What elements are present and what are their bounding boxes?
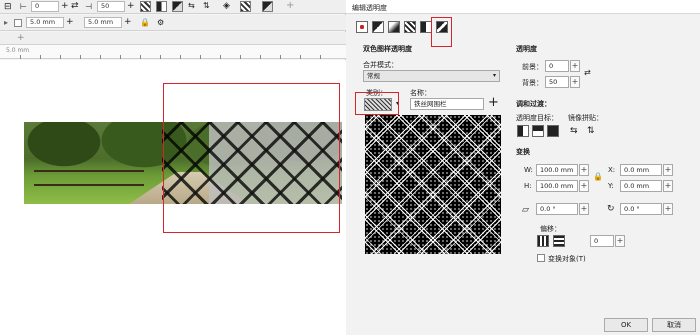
ruler: 5.0 mm (0, 45, 346, 59)
back-label: 背景： (522, 79, 543, 87)
transform-heading: 变换 (516, 148, 530, 156)
row-offset-icon[interactable] (537, 235, 549, 247)
rotate-spin-button[interactable]: + (663, 203, 673, 215)
y-label: Y: (608, 182, 614, 190)
mirror-h-icon[interactable]: ⇆ (570, 126, 578, 136)
back-value-field[interactable]: 50 (97, 1, 125, 12)
diagonal-fill-icon[interactable] (172, 1, 183, 12)
chevron-icon: ▸ (4, 18, 9, 27)
target-all-icon[interactable] (547, 125, 559, 137)
ruler-unit-label: 5.0 mm (6, 47, 30, 54)
fountain-transparency-icon[interactable] (388, 21, 400, 33)
dialog-title-bar: 编辑透明度 (346, 0, 700, 14)
dialog-title: 编辑透明度 (352, 4, 387, 12)
property-bar-row-3: + (0, 32, 346, 45)
front-spin-button[interactable]: + (570, 60, 580, 72)
transform-objects-checkbox[interactable] (537, 254, 545, 262)
transform-objects-label: 变换对象(T) (548, 255, 586, 263)
x-label: X: (608, 166, 616, 174)
swap-icon[interactable]: ⇄ (71, 1, 79, 11)
adjust-heading: 调和过渡： (516, 100, 551, 108)
offset-spin-button[interactable]: + (615, 235, 625, 247)
half-fill-icon[interactable] (156, 1, 167, 12)
x-spin-button[interactable]: + (663, 164, 673, 176)
fence-image (34, 170, 144, 186)
settings-icon[interactable]: ⚙ (157, 18, 164, 27)
add-pattern-icon[interactable]: + (488, 95, 499, 110)
width-field[interactable]: 100.0 mm (536, 164, 578, 176)
blend-mode-label: 合并模式： (363, 61, 398, 69)
highlight-box-picker (355, 92, 399, 115)
name-field[interactable]: 铁丝网围栏 (410, 98, 484, 110)
mirror-label: 镜像拼贴： (568, 114, 603, 122)
target-label: 透明度目标： (516, 114, 558, 122)
rotate-icon: ↻ (607, 204, 615, 214)
lock-icon[interactable]: 🔒 (140, 18, 150, 27)
add-icon[interactable]: + (127, 1, 135, 11)
add-icon[interactable]: + (124, 17, 132, 27)
ruler-add-icon[interactable]: + (17, 33, 25, 43)
skew-icon: ▱ (522, 205, 529, 215)
copy-transparency-icon[interactable] (262, 1, 273, 12)
cancel-button[interactable]: 取消 (652, 318, 696, 332)
add-icon[interactable]: + (61, 1, 69, 11)
pattern-preview (365, 115, 501, 254)
highlight-box-canvas (163, 83, 340, 233)
y-field[interactable]: 0.0 mm (620, 180, 662, 192)
height-spin-button[interactable]: + (579, 180, 589, 192)
blend-mode-value: 常规 (367, 72, 380, 80)
back-transparency-field[interactable]: 50 (545, 76, 569, 88)
mirror-v-icon[interactable]: ⇅ (587, 126, 595, 136)
rotate-field[interactable]: 0.0 ° (620, 203, 662, 215)
chevron-down-icon: ▾ (492, 72, 496, 79)
back-spin-button[interactable]: + (570, 76, 580, 88)
lock-ratio-checkbox[interactable] (14, 19, 22, 27)
transparency-heading: 透明度 (516, 45, 537, 53)
property-bar-row-1: ⊟ ⊢ 0 + ⇄ ⊣ 50 + ⇆ ⇅ ◈ + (0, 0, 346, 14)
uniform-transparency-icon[interactable] (372, 21, 384, 33)
front-label: 前景： (522, 63, 543, 71)
no-transparency-icon[interactable] (356, 21, 368, 33)
name-label: 名称： (410, 89, 431, 97)
property-bar-row-2: ▸ 5.0 mm + 5.0 mm + 🔒 ⚙ (0, 15, 346, 31)
height-field[interactable]: 100.0 mm (536, 180, 578, 192)
width-field[interactable]: 5.0 mm (26, 17, 64, 28)
front-value-field[interactable]: 0 (31, 1, 59, 12)
target-fill-icon[interactable] (517, 125, 529, 137)
vector-pattern-icon[interactable] (404, 21, 416, 33)
width-spin-button[interactable]: + (579, 164, 589, 176)
application-workspace: ⊟ ⊢ 0 + ⇄ ⊣ 50 + ⇆ ⇅ ◈ + ▸ 5.0 mm + 5.0 … (0, 0, 346, 335)
skew-field[interactable]: 0.0 ° (536, 203, 578, 215)
front-transparency-field[interactable]: 0 (545, 60, 569, 72)
swap-icon[interactable]: ⇄ (584, 68, 591, 77)
front-arrow-icon: ⊢ (20, 2, 27, 11)
target-outline-icon[interactable] (532, 125, 544, 137)
y-spin-button[interactable]: + (663, 180, 673, 192)
height-field[interactable]: 5.0 mm (84, 17, 122, 28)
offset-label: 偏移： (540, 225, 561, 233)
highlight-box-type (431, 17, 452, 47)
add-icon[interactable]: + (66, 17, 74, 27)
add-preset-icon[interactable]: + (286, 0, 294, 11)
w-label: W: (524, 166, 533, 174)
mirror-v-icon[interactable]: ⇅ (203, 1, 210, 10)
ok-button[interactable]: OK (604, 318, 648, 332)
freeze-icon[interactable] (240, 1, 251, 12)
back-arrow-icon: ⊣ (85, 2, 92, 11)
section-title: 双色图样透明度 (363, 45, 412, 53)
transform-icon[interactable]: ◈ (223, 1, 230, 11)
pattern-fill-icon[interactable] (140, 1, 151, 12)
skew-spin-button[interactable]: + (579, 203, 589, 215)
blend-mode-select[interactable]: 常规 ▾ (363, 70, 500, 82)
mirror-h-icon[interactable]: ⇆ (188, 1, 195, 10)
offset-field[interactable]: 0 (590, 235, 614, 247)
transparency-icon[interactable]: ⊟ (4, 2, 12, 12)
h-label: H: (524, 182, 532, 190)
column-offset-icon[interactable] (553, 235, 565, 247)
lock-ratio-icon[interactable]: 🔒 (593, 172, 603, 181)
x-field[interactable]: 0.0 mm (620, 164, 662, 176)
